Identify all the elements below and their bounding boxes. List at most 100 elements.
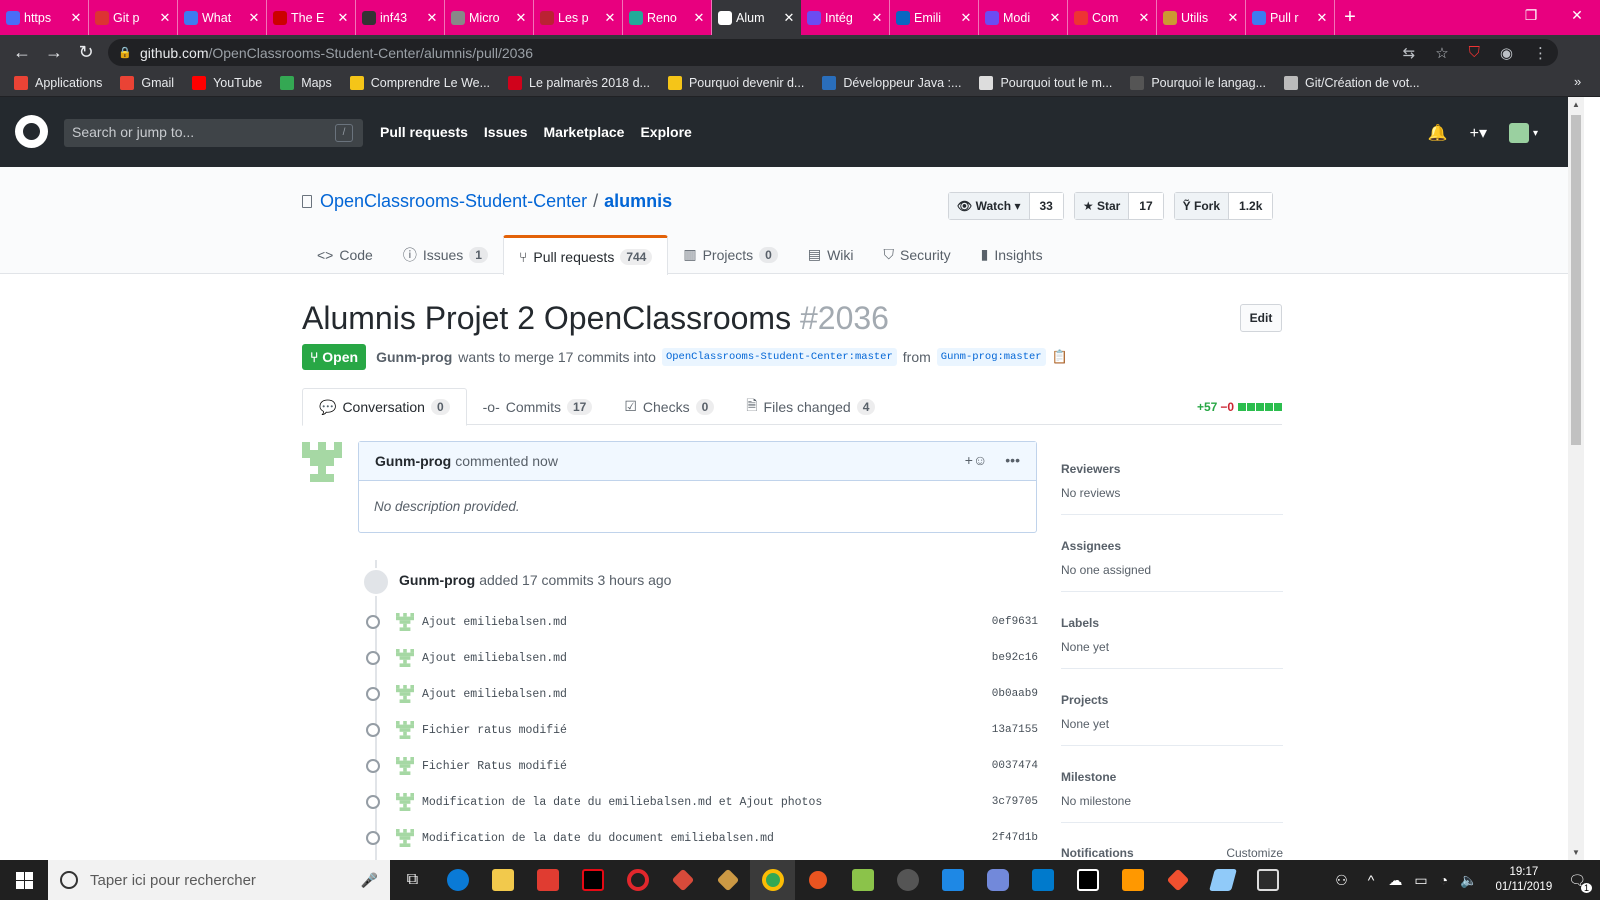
new-tab-button[interactable]: + xyxy=(1335,0,1365,35)
vscode-icon[interactable] xyxy=(1020,860,1065,900)
tab-close-icon[interactable]: ✕ xyxy=(1138,10,1150,26)
repo-owner-link[interactable]: OpenClassrooms-Student-Center xyxy=(320,191,587,212)
more-bookmarks-icon[interactable]: » xyxy=(1574,74,1581,89)
commit-message[interactable]: Fichier ratus modifié xyxy=(422,724,992,737)
fork-count[interactable]: 1.2k xyxy=(1229,193,1273,219)
browser-tab[interactable]: Modi ✕ xyxy=(979,0,1068,35)
browser-tab[interactable]: Alum ✕ xyxy=(712,0,801,35)
bookmark-item[interactable]: Pourquoi devenir d... xyxy=(667,76,804,90)
tab-security[interactable]: ⛉ Security xyxy=(869,235,966,274)
tab-close-icon[interactable]: ✕ xyxy=(248,10,260,26)
commit-sha[interactable]: 2f47d1b xyxy=(992,832,1038,844)
file-explorer-icon[interactable] xyxy=(480,860,525,900)
commit-author-avatar[interactable] xyxy=(396,613,414,631)
inkscape-icon[interactable] xyxy=(885,860,930,900)
tab-close-icon[interactable]: ✕ xyxy=(1049,10,1061,26)
browser-tab[interactable]: Intég ✕ xyxy=(801,0,890,35)
tab-wiki[interactable]: ▤ Wiki xyxy=(793,235,869,274)
chrome-menu-icon[interactable]: ⋮ xyxy=(1533,44,1548,62)
ubuntu-icon[interactable] xyxy=(795,860,840,900)
bookmark-star-icon[interactable]: ☆ xyxy=(1435,44,1448,62)
commit-sha[interactable]: be92c16 xyxy=(992,652,1038,664)
restore-window-icon[interactable]: ❐ xyxy=(1508,0,1554,30)
battery-icon[interactable]: ▭ xyxy=(1414,872,1427,889)
profile-icon[interactable]: ◉ xyxy=(1500,44,1513,62)
commit-message[interactable]: Modification de la date du emiliebalsen.… xyxy=(422,796,992,809)
labels-heading[interactable]: Labels xyxy=(1061,616,1283,630)
tab-insights[interactable]: ▮ Insights xyxy=(966,235,1058,274)
commit-sha[interactable]: 13a7155 xyxy=(992,724,1038,736)
tab-files-changed[interactable]: 🗎 Files changed 4 xyxy=(730,388,891,425)
tab-projects[interactable]: ▥ Projects 0 xyxy=(668,235,793,274)
commit-author-avatar[interactable] xyxy=(396,793,414,811)
browser-tab[interactable]: inf43 ✕ xyxy=(356,0,445,35)
tab-close-icon[interactable]: ✕ xyxy=(426,10,438,26)
reload-icon[interactable]: ↻ xyxy=(70,37,102,69)
milestone-heading[interactable]: Milestone xyxy=(1061,770,1283,784)
tab-pull-requests[interactable]: ⑂ Pull requests 744 xyxy=(502,235,669,275)
commit-author-avatar[interactable] xyxy=(396,685,414,703)
chevron-up-icon[interactable]: ^ xyxy=(1368,872,1375,888)
bookmark-item[interactable]: Comprendre Le We... xyxy=(349,76,490,90)
tab-checks[interactable]: ☑ Checks 0 xyxy=(608,388,730,425)
add-reaction-icon[interactable]: +☺ xyxy=(965,452,987,468)
comment-time[interactable]: commented now xyxy=(455,453,558,469)
tab-code[interactable]: <> Code xyxy=(302,235,388,274)
customize-link[interactable]: Customize xyxy=(1226,846,1283,860)
sublime-icon[interactable] xyxy=(1110,860,1155,900)
tab-close-icon[interactable]: ✕ xyxy=(515,10,527,26)
commit-message[interactable]: Ajout emiliebalsen.md xyxy=(422,652,992,665)
base-branch[interactable]: OpenClassrooms-Student-Center:master xyxy=(661,348,897,366)
commit-sha[interactable]: 0b0aab9 xyxy=(992,688,1038,700)
bookmark-item[interactable]: Applications xyxy=(14,76,102,90)
tab-close-icon[interactable]: ✕ xyxy=(70,10,82,26)
edge-icon[interactable] xyxy=(435,860,480,900)
commit-sha[interactable]: 3c79705 xyxy=(992,796,1038,808)
bookmark-item[interactable]: YouTube xyxy=(192,76,262,90)
bookmark-item[interactable]: Développeur Java :... xyxy=(822,76,961,90)
windows-start-icon[interactable] xyxy=(0,860,48,900)
chrome-icon[interactable] xyxy=(750,860,795,900)
assignees-heading[interactable]: Assignees xyxy=(1061,539,1283,553)
git-kraken-icon[interactable] xyxy=(660,860,705,900)
commit-sha[interactable]: 0037474 xyxy=(992,760,1038,772)
task-view-icon[interactable]: ⧉ xyxy=(390,860,435,900)
scroll-up-icon[interactable]: ▲ xyxy=(1572,100,1580,109)
browser-tab[interactable]: Com ✕ xyxy=(1068,0,1157,35)
photos-icon[interactable] xyxy=(1245,860,1290,900)
tab-close-icon[interactable]: ✕ xyxy=(783,10,795,26)
browser-tab[interactable]: Pull r ✕ xyxy=(1246,0,1335,35)
bookmark-item[interactable]: Git/Création de vot... xyxy=(1284,76,1420,90)
browser-tab[interactable]: https ✕ xyxy=(0,0,89,35)
discord-icon[interactable] xyxy=(975,860,1020,900)
star-count[interactable]: 17 xyxy=(1129,193,1163,219)
browser-tab[interactable]: Git p ✕ xyxy=(89,0,178,35)
tab-close-icon[interactable]: ✕ xyxy=(337,10,349,26)
microphone-icon[interactable]: 🎤 xyxy=(361,872,378,889)
tab-close-icon[interactable]: ✕ xyxy=(871,10,883,26)
commit-message[interactable]: Ajout emiliebalsen.md xyxy=(422,616,992,629)
commit-author-avatar[interactable] xyxy=(396,757,414,775)
git-bash-icon[interactable] xyxy=(1155,860,1200,900)
git-gui-icon[interactable] xyxy=(705,860,750,900)
people-icon[interactable]: ⚇ xyxy=(1335,872,1348,889)
action-center-icon[interactable]: 🗨 1 xyxy=(1568,872,1592,893)
bookmark-item[interactable]: Le palmarès 2018 d... xyxy=(508,76,650,90)
clipboard-icon[interactable]: 📋 xyxy=(1052,349,1068,365)
tab-close-icon[interactable]: ✕ xyxy=(604,10,616,26)
wifi-icon[interactable]: ◔ xyxy=(1440,872,1448,888)
scrollbar-thumb[interactable] xyxy=(1571,115,1581,445)
browser-tab[interactable]: Emili ✕ xyxy=(890,0,979,35)
tab-commits[interactable]: -o- Commits 17 xyxy=(467,388,609,425)
nav-marketplace[interactable]: Marketplace xyxy=(544,124,625,140)
onedrive-icon[interactable]: ☁ xyxy=(1388,872,1402,889)
notifications-bell-icon[interactable]: 🔔 xyxy=(1428,123,1448,143)
fork-button[interactable]: Ỹ Fork xyxy=(1174,193,1230,219)
commit-author-avatar[interactable] xyxy=(396,829,414,847)
tab-close-icon[interactable]: ✕ xyxy=(960,10,972,26)
browser-tab[interactable]: Micro ✕ xyxy=(445,0,534,35)
opera-icon[interactable] xyxy=(615,860,660,900)
commit-author-avatar[interactable] xyxy=(396,721,414,739)
url-input[interactable]: 🔒 github.com/OpenClassrooms-Student-Cent… xyxy=(108,39,1558,66)
forward-icon[interactable]: → xyxy=(38,37,70,69)
